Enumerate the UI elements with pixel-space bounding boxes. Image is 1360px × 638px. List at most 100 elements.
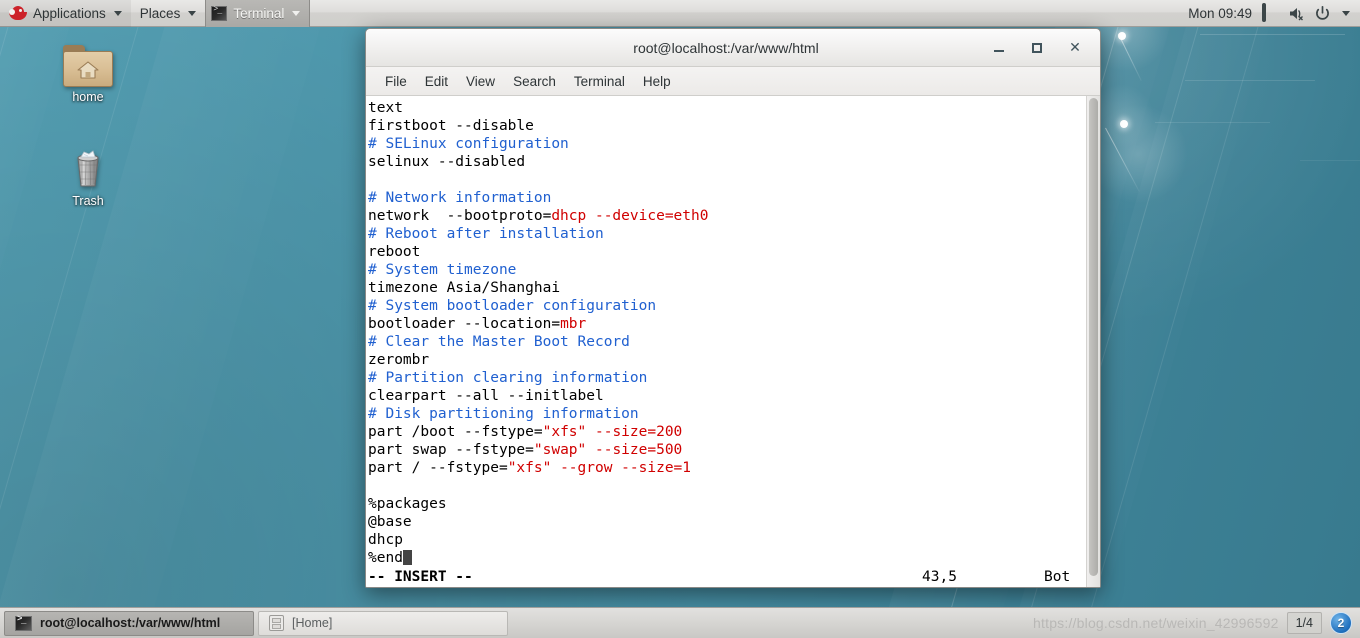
terminal-scrollbar-thumb[interactable] xyxy=(1089,98,1098,576)
terminal-line: clearpart --all --initlabel xyxy=(368,387,1086,405)
chevron-down-icon xyxy=(188,10,197,16)
active-window-indicator[interactable]: Terminal xyxy=(205,0,311,27)
terminal-text-span: %packages xyxy=(368,496,447,512)
bottom-panel: root@localhost:/var/www/html [Home] http… xyxy=(0,607,1360,638)
terminal-text-span: # Disk partitioning information xyxy=(368,406,639,422)
taskbar-item-home[interactable]: [Home] xyxy=(258,610,508,636)
terminal-text-span: "swap" --size=500 xyxy=(533,442,683,458)
terminal-line: @base xyxy=(368,513,1086,531)
notification-badge[interactable]: 2 xyxy=(1330,612,1352,634)
menu-edit[interactable]: Edit xyxy=(416,71,457,92)
workspace-switcher[interactable]: 1/4 xyxy=(1286,612,1322,634)
chevron-down-icon xyxy=(292,10,301,16)
terminal-line: # Clear the Master Boot Record xyxy=(368,333,1086,351)
terminal-text-span: "xfs" --grow --size=1 xyxy=(507,460,692,476)
terminal-line: # Network information xyxy=(368,189,1086,207)
terminal-line: part / --fstype="xfs" --grow --size=1 xyxy=(368,459,1086,477)
terminal-text-span: reboot xyxy=(368,244,421,260)
terminal-icon xyxy=(211,5,228,21)
taskbar-item-terminal[interactable]: root@localhost:/var/www/html xyxy=(4,610,254,636)
terminal-line: %packages xyxy=(368,495,1086,513)
terminal-line: text xyxy=(368,99,1086,117)
text-cursor xyxy=(402,550,412,565)
terminal-text-span: part /boot --fstype= xyxy=(368,424,543,440)
vim-cursor-position: 43,5 xyxy=(922,569,957,585)
terminal-scrollbar[interactable] xyxy=(1086,96,1100,587)
file-manager-icon xyxy=(269,615,284,631)
terminal-line: # Partition clearing information xyxy=(368,369,1086,387)
menu-help[interactable]: Help xyxy=(634,71,680,92)
terminal-line: # Disk partitioning information xyxy=(368,405,1086,423)
minimize-icon[interactable] xyxy=(990,39,1008,57)
terminal-text-span: @base xyxy=(368,514,412,530)
clock[interactable]: Mon 09:49 xyxy=(1178,6,1262,21)
terminal-text-span: # SELinux configuration xyxy=(368,136,569,152)
terminal-line: selinux --disabled xyxy=(368,153,1086,171)
terminal-line: part swap --fstype="swap" --size=500 xyxy=(368,441,1086,459)
terminal-text-span: # Reboot after installation xyxy=(368,226,604,242)
wallpaper-glow-dot xyxy=(1120,120,1128,128)
terminal-text-span: # Partition clearing information xyxy=(368,370,648,386)
window-controls: ✕ xyxy=(990,39,1100,57)
terminal-text-span: network --bootproto= xyxy=(368,208,552,224)
desktop-icon-home[interactable]: home xyxy=(45,45,131,104)
vim-editor-content[interactable]: text firstboot --disable # SELinux configu… xyxy=(366,96,1086,587)
terminal-line: # System timezone xyxy=(368,261,1086,279)
terminal-line: reboot xyxy=(368,243,1086,261)
top-panel: Applications Places Terminal Mon 09:49 xyxy=(0,0,1360,27)
menu-search[interactable]: Search xyxy=(504,71,565,92)
terminal-line: # Reboot after installation xyxy=(368,225,1086,243)
terminal-text-span: part swap --fstype= xyxy=(368,442,534,458)
terminal-text-span: part / --fstype= xyxy=(368,460,508,476)
terminal-menubar: File Edit View Search Terminal Help xyxy=(366,67,1100,96)
terminal-text-span: timezone Asia/Shanghai xyxy=(368,280,561,296)
vim-scroll-position: Bot xyxy=(1044,569,1071,585)
display-icon[interactable] xyxy=(1262,2,1279,22)
terminal-line: part /boot --fstype="xfs" --size=200 xyxy=(368,423,1086,441)
terminal-text-span: clearpart --all --initlabel xyxy=(368,388,604,404)
terminal-text-span: selinux --disabled xyxy=(368,154,526,170)
terminal-text-span: dhcp --device=eth0 xyxy=(551,208,709,224)
terminal-line: # System bootloader configuration xyxy=(368,297,1086,315)
desktop-icon-label: Trash xyxy=(72,194,104,208)
vim-mode-indicator: -- INSERT -- xyxy=(368,569,473,585)
places-menu-label: Places xyxy=(139,5,181,21)
maximize-icon[interactable] xyxy=(1028,39,1046,57)
csdn-watermark: https://blog.csdn.net/weixin_42996592 xyxy=(1033,615,1279,631)
applications-menu-label: Applications xyxy=(33,5,106,21)
desktop-screen: Applications Places Terminal Mon 09:49 xyxy=(0,0,1360,638)
terminal-line: network --bootproto=dhcp --device=eth0 xyxy=(368,207,1086,225)
terminal-text-span: zerombr xyxy=(368,352,430,368)
window-title: root@localhost:/var/www/html xyxy=(633,39,819,56)
terminal-text-span: text xyxy=(368,100,403,116)
terminal-line: timezone Asia/Shanghai xyxy=(368,279,1086,297)
terminal-line: zerombr xyxy=(368,351,1086,369)
terminal-body[interactable]: text firstboot --disable # SELinux configu… xyxy=(366,96,1100,587)
terminal-line: bootloader --location=mbr xyxy=(368,315,1086,333)
desktop-icon-trash[interactable]: Trash xyxy=(45,145,131,208)
volume-muted-icon[interactable] xyxy=(1288,5,1305,22)
terminal-text-span: # Network information xyxy=(368,190,552,206)
wallpaper-glow-dot xyxy=(1118,32,1126,40)
terminal-text-span: # System bootloader configuration xyxy=(368,298,657,314)
terminal-text-span: # System timezone xyxy=(368,262,517,278)
places-menu[interactable]: Places xyxy=(131,0,206,27)
terminal-line: dhcp xyxy=(368,531,1086,549)
terminal-text-span: firstboot --disable xyxy=(368,118,534,134)
terminal-window[interactable]: root@localhost:/var/www/html ✕ File Edit… xyxy=(365,28,1101,588)
terminal-titlebar[interactable]: root@localhost:/var/www/html ✕ xyxy=(366,29,1100,67)
home-folder-icon xyxy=(63,45,113,87)
system-menu-chevron-down-icon[interactable] xyxy=(1342,10,1350,16)
terminal-text-span: dhcp xyxy=(368,532,403,548)
power-icon[interactable] xyxy=(1314,5,1331,22)
terminal-text-span: %end xyxy=(368,550,403,566)
close-icon[interactable]: ✕ xyxy=(1066,39,1084,57)
menu-file[interactable]: File xyxy=(376,71,416,92)
menu-view[interactable]: View xyxy=(457,71,504,92)
desktop-icon-label: home xyxy=(72,90,104,104)
applications-menu[interactable]: Applications xyxy=(0,0,131,27)
menu-terminal[interactable]: Terminal xyxy=(565,71,634,92)
centos-logo-icon xyxy=(9,5,27,21)
